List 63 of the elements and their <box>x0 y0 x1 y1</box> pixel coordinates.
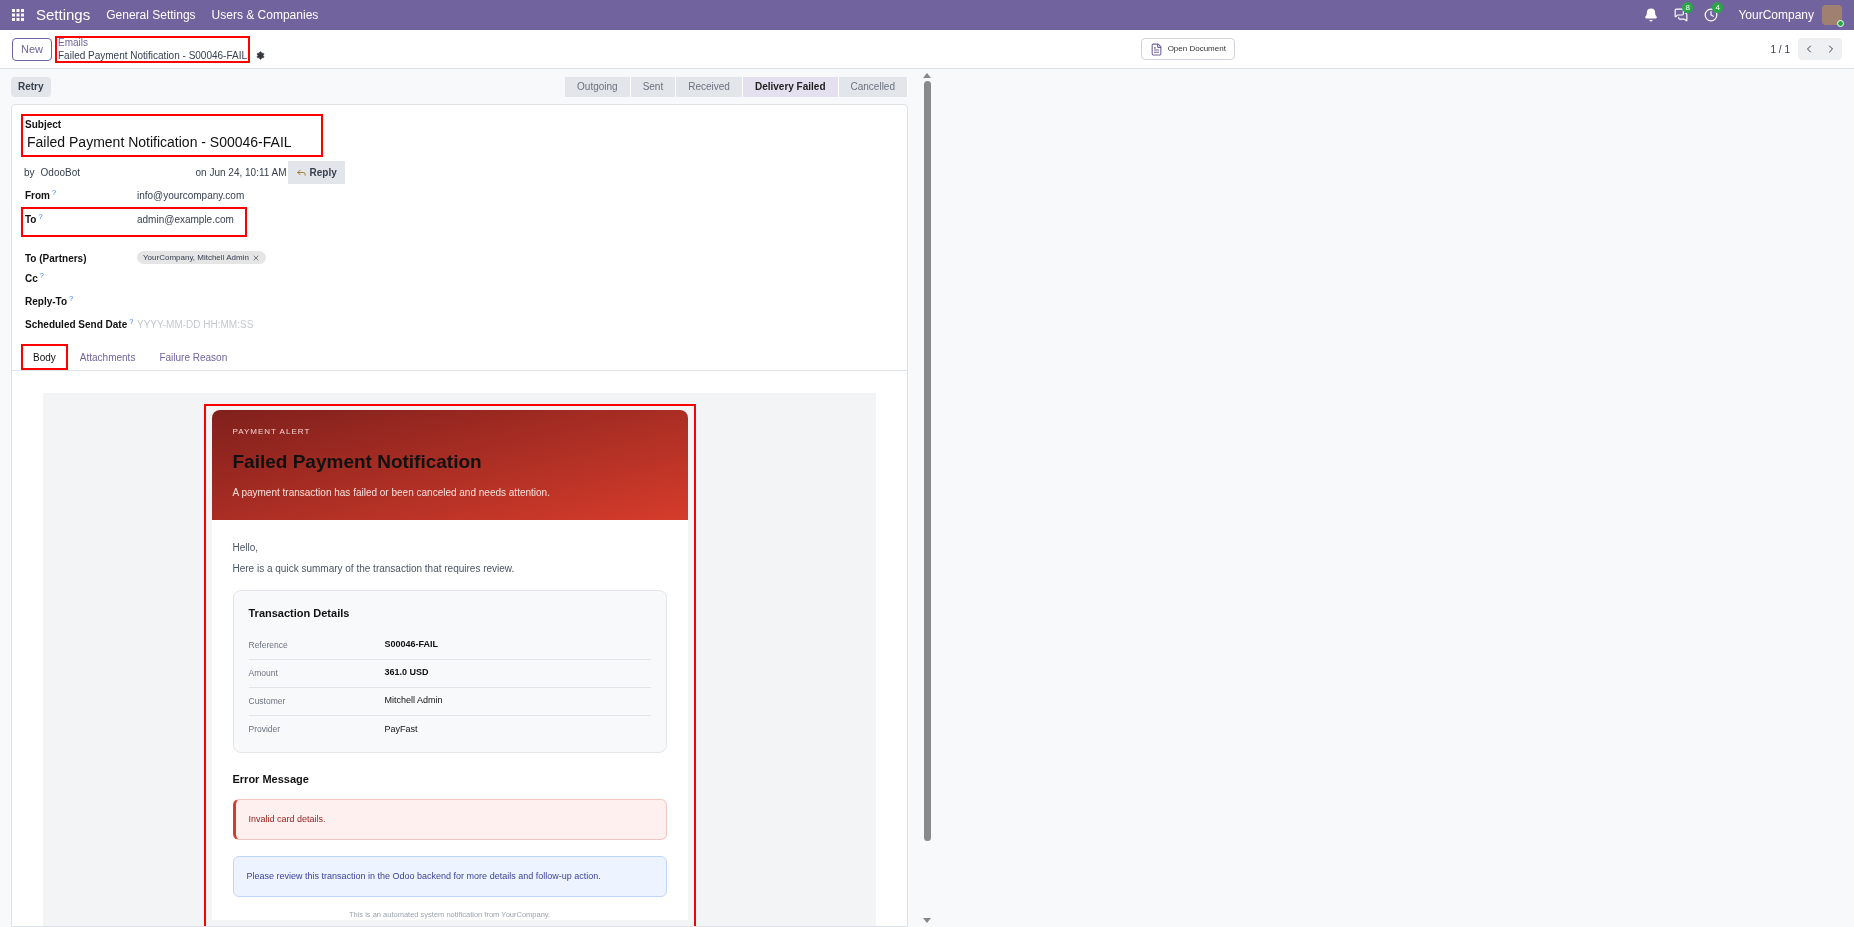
date-input[interactable]: YYYY-MM-DD HH:MM:SS <box>137 317 297 332</box>
detail-value: 361.0 USD <box>384 666 429 680</box>
messages-badge: 8 <box>1682 2 1693 13</box>
form-tab[interactable]: Attachments <box>67 345 148 370</box>
scroll-down-icon[interactable] <box>923 918 931 923</box>
nav-menu-item[interactable]: Users & Companies <box>211 6 319 24</box>
activities-icon[interactable] <box>1704 8 1719 22</box>
open-document-button[interactable]: Open Document <box>1140 38 1235 60</box>
reply-button[interactable]: Reply <box>287 160 345 184</box>
document-icon <box>1149 42 1163 56</box>
field-value[interactable]: admin@example.com <box>137 212 234 227</box>
author-prefix: by <box>24 165 35 180</box>
pager-value: 1 / 1 <box>1770 42 1790 57</box>
email-title: Failed Payment Notification <box>232 449 483 474</box>
apps-menu-icon[interactable] <box>12 9 24 21</box>
activities-badge: 4 <box>1712 2 1723 13</box>
new-button[interactable]: New <box>12 37 52 61</box>
messages-icon[interactable] <box>1674 8 1689 22</box>
remove-icon[interactable] <box>251 253 260 262</box>
subject-value: Failed Payment Notification - S00046-FAIL <box>26 133 293 152</box>
field-value[interactable]: info@yourcompany.com <box>137 188 245 203</box>
notification-bell-icon[interactable] <box>1644 8 1659 22</box>
field-label: From $^{?}$ <box>25 188 58 203</box>
intro-text: Here is a quick summary of the transaction that requires review. <box>232 562 516 576</box>
author-name: OdooBot <box>40 165 82 180</box>
record-title: Failed Payment Notification - S00046-FAIL <box>58 48 247 62</box>
company-name[interactable]: YourCompany <box>1738 6 1814 24</box>
form-tab[interactable]: Failure Reason <box>147 345 240 370</box>
user-avatar[interactable] <box>1822 5 1842 25</box>
status-stage[interactable]: Cancelled <box>838 76 908 97</box>
message-date: on Jun 24, 10:11 AM <box>195 165 287 180</box>
detail-value: S00046-FAIL <box>384 638 439 652</box>
email-eyebrow: PAYMENT ALERT <box>232 425 312 438</box>
field-label: Scheduled Send Date $^{?}$ <box>25 317 135 332</box>
greeting-text: Hello, <box>232 541 260 555</box>
status-stage[interactable]: Delivery Failed <box>742 76 839 97</box>
field-label: Cc $^{?}$ <box>25 271 45 286</box>
detail-label: Amount <box>248 666 279 680</box>
detail-label: Reference <box>248 638 289 652</box>
email-subtitle: A payment transaction has failed or been canceled and needs attention. <box>232 486 551 500</box>
scroll-up-icon[interactable] <box>923 73 931 78</box>
subject-label: Subject <box>25 118 63 132</box>
status-stage[interactable]: Received <box>676 76 743 97</box>
field-label: To (Partners) <box>25 252 88 266</box>
breadcrumb-link[interactable]: Emails <box>58 36 247 49</box>
review-note: Please review this transaction in the Odoo backend for more details and follow-up action. <box>232 856 667 897</box>
detail-value: Mitchell Admin <box>384 694 443 708</box>
detail-value: PayFast <box>384 722 418 736</box>
error-title: Error Message <box>232 771 310 787</box>
nav-menu-item[interactable]: General Settings <box>106 6 196 24</box>
status-stage[interactable]: Sent <box>630 76 677 97</box>
field-label: Reply-To $^{?}$ <box>25 294 75 309</box>
status-stage[interactable]: Outgoing <box>565 76 631 97</box>
scrollbar-thumb[interactable] <box>923 81 931 841</box>
details-title: Transaction Details <box>248 606 351 621</box>
app-name[interactable]: Settings <box>36 3 91 27</box>
detail-label: Customer <box>248 694 287 708</box>
partner-tag[interactable]: YourCompany, Mitchell Admin <box>137 251 266 264</box>
error-message: Invalid card details. <box>232 799 667 840</box>
retry-button[interactable]: Retry <box>11 76 51 97</box>
settings-gear-icon[interactable] <box>256 50 265 60</box>
detail-label: Provider <box>248 723 282 736</box>
field-label: To $^{?}$ <box>25 212 44 227</box>
